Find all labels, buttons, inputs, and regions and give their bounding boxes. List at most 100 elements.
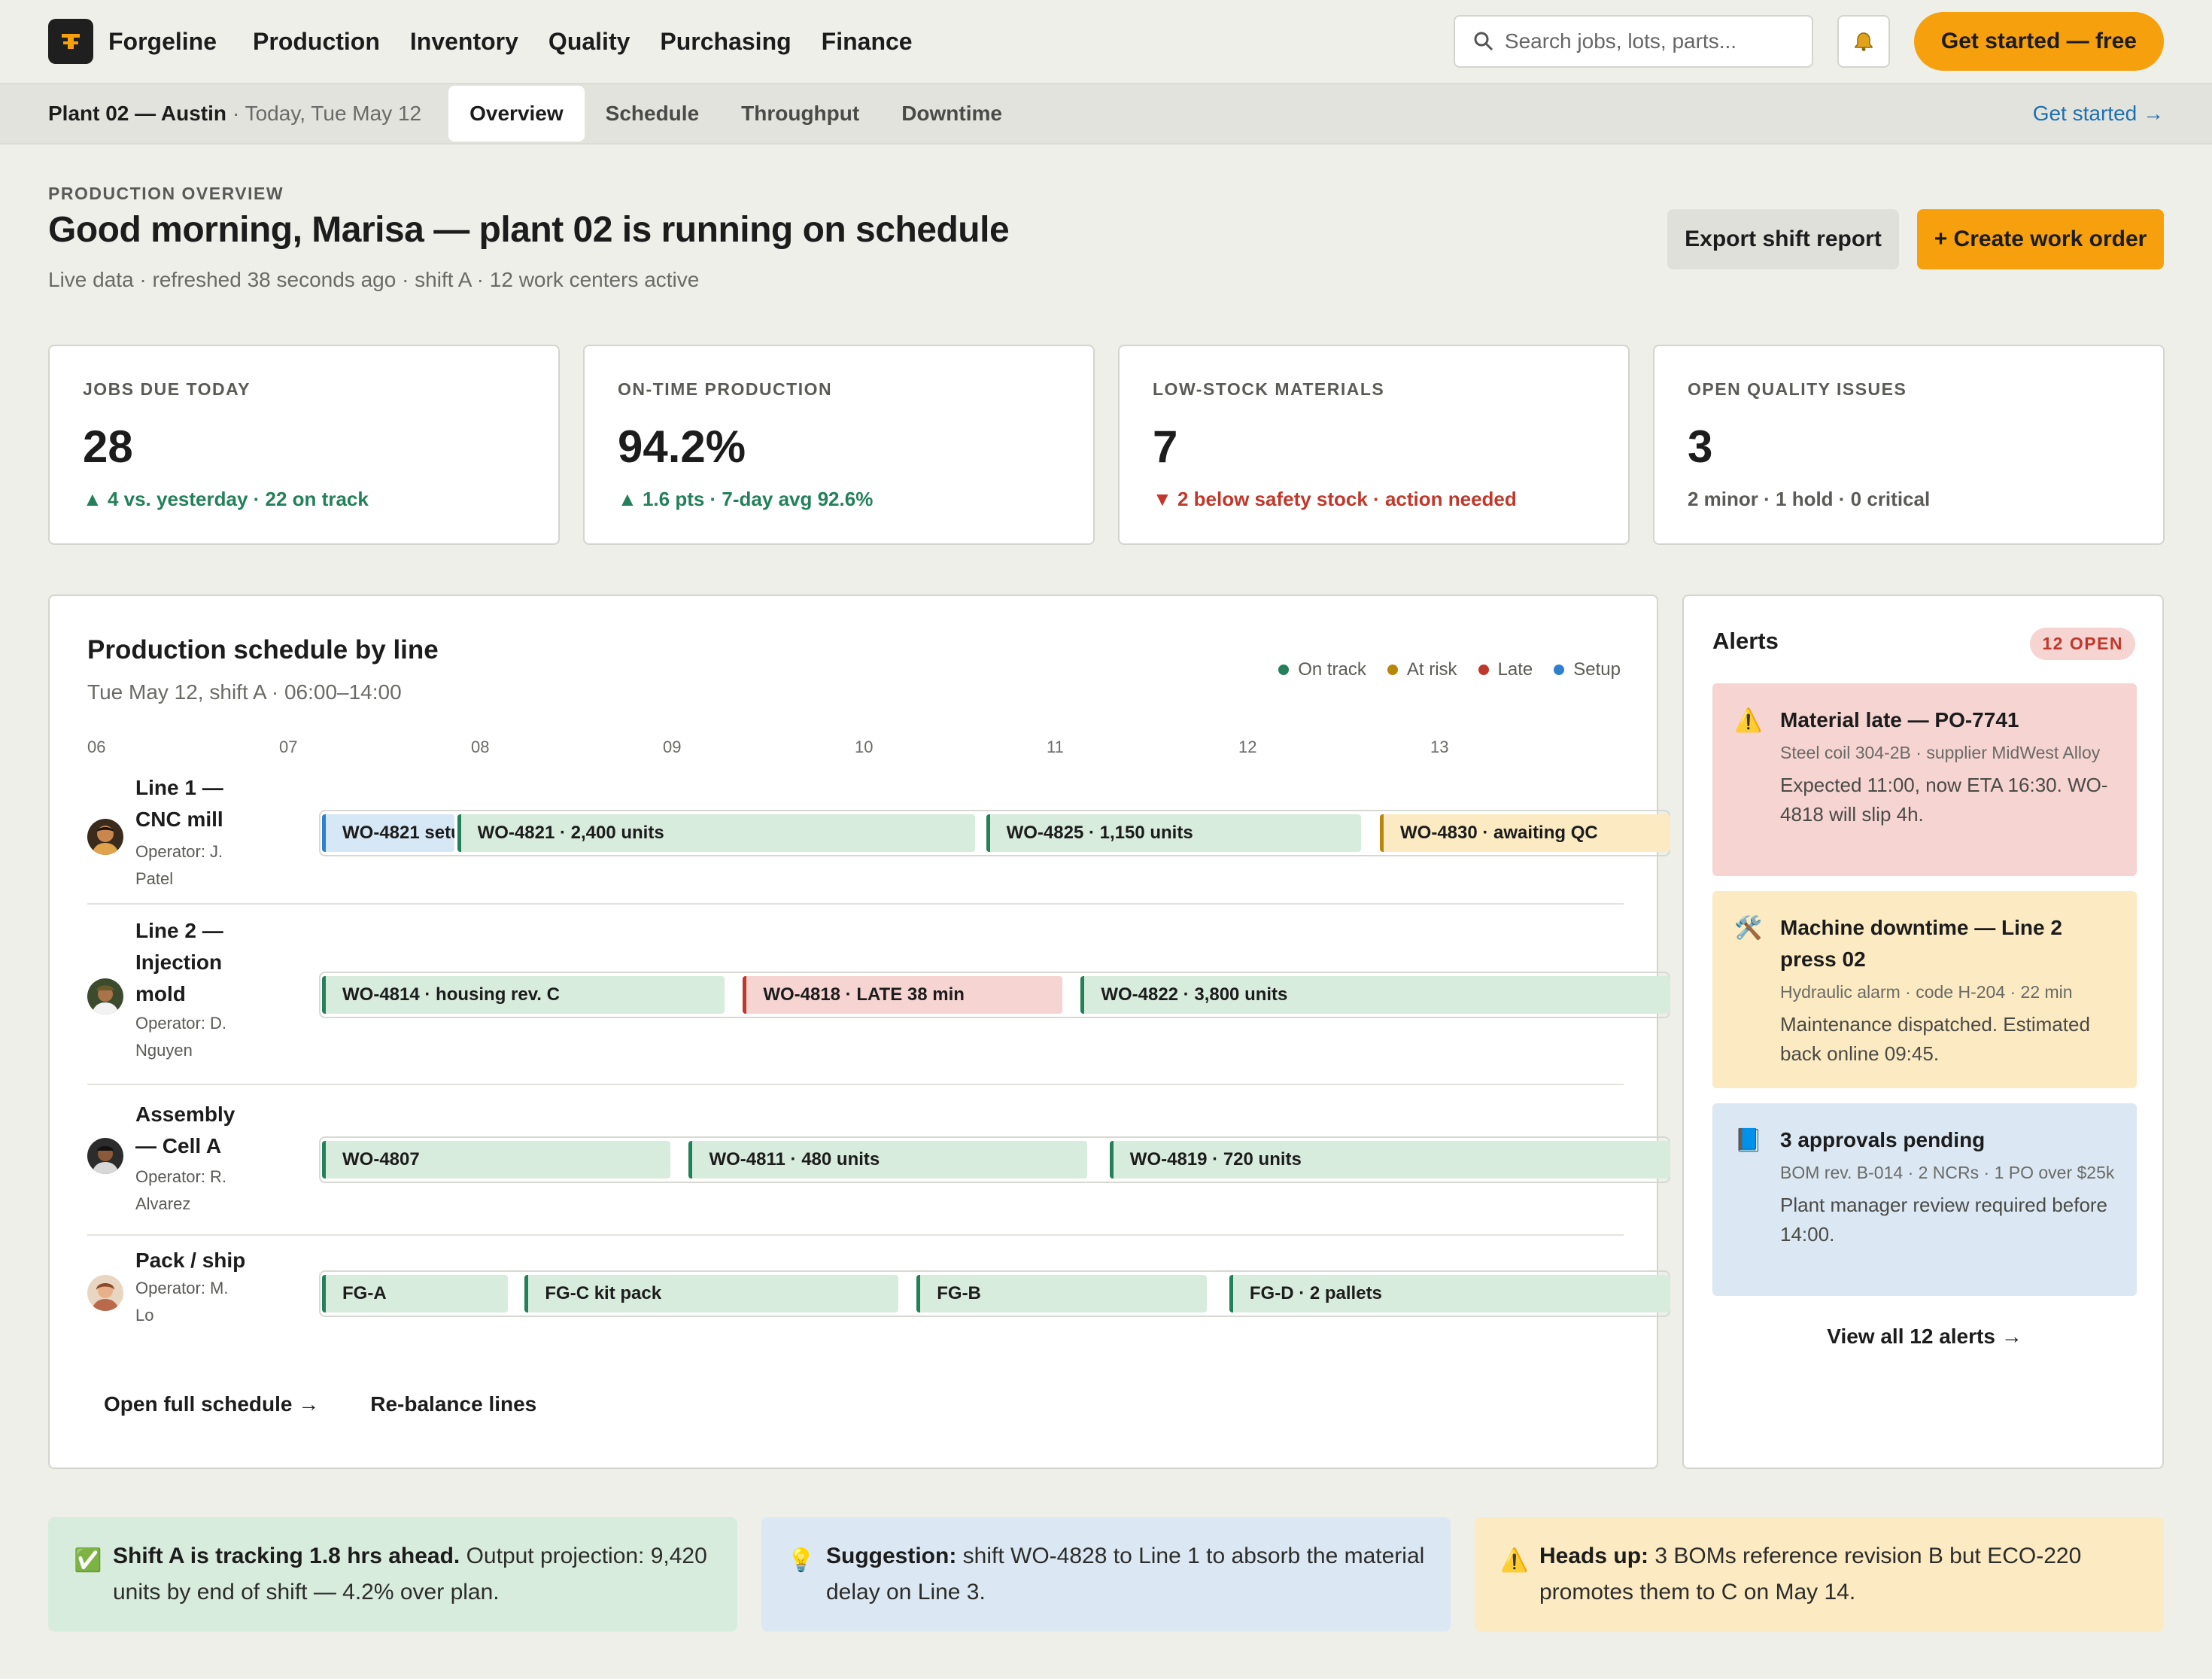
tab-schedule[interactable]: Schedule	[585, 86, 720, 141]
alert-title: 3 approvals pending	[1780, 1128, 1986, 1151]
work-order-bar[interactable]: WO-4821 · 2,400 units	[457, 814, 976, 852]
tools-icon: 🛠️	[1734, 916, 1763, 941]
alert-title: Machine downtime — Line 2 press 02	[1780, 916, 2062, 971]
kpi-quality-issues[interactable]: OPEN QUALITY ISSUES 3 2 minor · 1 hold ·…	[1653, 345, 2165, 545]
alert-machine-downtime[interactable]: 🛠️ Machine downtime — Line 2 press 02 Hy…	[1712, 891, 2137, 1088]
open-full-schedule-link[interactable]: Open full schedule →	[104, 1392, 319, 1416]
kpi-delta: 2 minor · 1 hold · 0 critical	[1688, 488, 1931, 510]
sub-nav: Plant 02 — Austin · Today, Tue May 12 Ov…	[0, 83, 2212, 144]
warning-icon: ⚠️	[1500, 1548, 1529, 1573]
hour-label: 13	[1430, 738, 1449, 756]
banner-bold: Shift A is tracking 1.8 hrs ahead.	[113, 1544, 460, 1568]
search-input[interactable]	[1504, 29, 1791, 53]
bell-icon	[1855, 32, 1873, 51]
operator-avatar	[87, 1275, 123, 1311]
work-order-bar[interactable]: WO-4814 · housing rev. C	[322, 976, 725, 1014]
row-name: Assembly — Cell A	[135, 1103, 235, 1157]
view-all-alerts-link[interactable]: View all 12 alerts →	[1684, 1325, 2165, 1349]
schedule-row-line-1: Line 1 — CNC mill Operator: J. Patel WO-…	[87, 771, 1670, 905]
timeline-track: WO-4814 · housing rev. C WO-4818 · LATE 3…	[319, 972, 1670, 1018]
nav-quality[interactable]: Quality	[548, 28, 630, 56]
work-order-bar[interactable]: FG-C kit pack	[524, 1275, 898, 1312]
legend-label: Late	[1497, 659, 1533, 680]
legend-setup: Setup	[1554, 659, 1621, 680]
top-nav: Forgeline Production Inventory Quality P…	[0, 0, 2212, 83]
work-order-bar[interactable]: WO-4807	[322, 1141, 670, 1179]
work-order-bar[interactable]: WO-4818 · LATE 38 min	[743, 976, 1062, 1014]
schedule-row-assembly: Assembly — Cell A Operator: R. Alvarez W…	[87, 1085, 1670, 1236]
kpi-delta: ▲ 1.6 pts · 7-day avg 92.6%	[618, 488, 874, 510]
lightbulb-icon: 💡	[787, 1548, 816, 1573]
search-box[interactable]	[1453, 15, 1813, 68]
operator-avatar	[87, 819, 123, 855]
work-order-bar[interactable]: FG-B	[916, 1275, 1208, 1312]
row-name: Line 1 — CNC mill	[135, 776, 223, 831]
kpi-on-time[interactable]: ON-TIME PRODUCTION 94.2% ▲ 1.6 pts · 7-d…	[583, 345, 1095, 545]
alert-approvals-pending[interactable]: 📘 3 approvals pending BOM rev. B-014 · 2…	[1712, 1103, 2137, 1296]
alert-meta: BOM rev. B-014 · 2 NCRs · 1 PO over $25k	[1780, 1163, 2115, 1182]
nav-purchasing[interactable]: Purchasing	[660, 28, 791, 56]
forgeline-logo-icon[interactable]	[48, 19, 93, 64]
work-order-bar[interactable]: WO-4821 setup	[322, 814, 454, 852]
legend-late: Late	[1478, 659, 1533, 680]
nav-production[interactable]: Production	[253, 28, 380, 56]
alert-detail: Plant manager review required before 14:…	[1780, 1194, 2108, 1246]
legend-on-track: On track	[1278, 659, 1366, 680]
kpi-value: 7	[1153, 421, 1178, 472]
hour-label: 12	[1238, 738, 1257, 756]
get-started-button[interactable]: Get started — free	[1913, 12, 2164, 71]
banner-suggestion: 💡 Suggestion: shift WO-4828 to Line 1 to…	[761, 1517, 1451, 1632]
alerts-panel: Alerts 12 OPEN ⚠️ Material late — PO-774…	[1682, 595, 2164, 1469]
legend-label: Setup	[1573, 659, 1621, 680]
tab-throughput[interactable]: Throughput	[720, 86, 880, 141]
kpi-label: ON-TIME PRODUCTION	[618, 379, 833, 399]
alert-detail: Expected 11:00, now ETA 16:30. WO-4818 w…	[1780, 774, 2108, 826]
kpi-value: 3	[1688, 421, 1713, 472]
kpi-value: 28	[83, 421, 133, 472]
create-work-order-button[interactable]: + Create work order	[1917, 209, 2164, 269]
schedule-title: Production schedule by line	[87, 635, 439, 665]
nav-finance[interactable]: Finance	[822, 28, 913, 56]
hour-label: 07	[279, 738, 298, 756]
row-operator: Operator: D. Nguyen	[135, 1014, 227, 1060]
legend-label: At risk	[1406, 659, 1457, 680]
work-order-bar[interactable]: WO-4811 · 480 units	[688, 1141, 1088, 1179]
plant-name[interactable]: Plant 02 — Austin	[48, 102, 226, 126]
alerts-title: Alerts	[1712, 628, 1779, 654]
operator-avatar	[87, 1138, 123, 1174]
kpi-low-stock[interactable]: LOW-STOCK MATERIALS 7 ▼ 2 below safety s…	[1118, 345, 1630, 545]
schedule-subtitle: Tue May 12, shift A · 06:00–14:00	[87, 680, 402, 704]
tab-overview[interactable]: Overview	[448, 86, 585, 141]
kpi-value: 94.2%	[618, 421, 746, 472]
kpi-delta: ▼ 2 below safety stock · action needed	[1153, 488, 1517, 510]
nav-inventory[interactable]: Inventory	[410, 28, 518, 56]
hour-label: 11	[1047, 738, 1064, 756]
brand-name[interactable]: Forgeline	[108, 28, 217, 56]
banner-bold: Heads up:	[1539, 1544, 1649, 1568]
work-order-bar[interactable]: WO-4819 · 720 units	[1109, 1141, 1670, 1179]
work-order-bar[interactable]: WO-4825 · 1,150 units	[986, 814, 1362, 852]
alert-material-late[interactable]: ⚠️ Material late — PO-7741 Steel coil 30…	[1712, 683, 2137, 876]
banner-bold: Suggestion:	[826, 1544, 957, 1568]
tab-downtime[interactable]: Downtime	[880, 86, 1023, 141]
export-shift-report-button[interactable]: Export shift report	[1667, 209, 1899, 269]
kpi-jobs-due[interactable]: JOBS DUE TODAY 28 ▲ 4 vs. yesterday · 22…	[48, 345, 560, 545]
legend-dot	[1478, 665, 1489, 675]
work-order-bar[interactable]: FG-D · 2 pallets	[1229, 1275, 1670, 1312]
legend-dot	[1278, 665, 1290, 675]
get-started-link[interactable]: Get started →	[2033, 102, 2164, 126]
alert-detail: Maintenance dispatched. Estimated back o…	[1780, 1013, 2090, 1065]
timeline-track: WO-4807 WO-4811 · 480 units WO-4819 · 720 …	[319, 1136, 1670, 1183]
timeline-track: WO-4821 setupWO-4821 · 2,400 units WO-482…	[319, 810, 1670, 856]
work-order-bar[interactable]: FG-A	[322, 1275, 509, 1312]
search-icon	[1474, 32, 1493, 51]
rebalance-lines-link[interactable]: Re-balance lines	[370, 1392, 536, 1416]
check-icon: ✅	[74, 1548, 102, 1573]
kpi-label: JOBS DUE TODAY	[83, 379, 251, 399]
work-order-bar[interactable]: WO-4822 · 3,800 units	[1080, 976, 1670, 1014]
page-subtitle: Live data · refreshed 38 seconds ago · s…	[48, 268, 700, 291]
work-order-bar[interactable]: WO-4830 · awaiting QC	[1380, 814, 1670, 852]
row-operator: Operator: J. Patel	[135, 842, 223, 888]
notifications-button[interactable]	[1837, 15, 1890, 68]
schedule-row-line-2: Line 2 — Injection mold Operator: D. Ngu…	[87, 905, 1670, 1085]
